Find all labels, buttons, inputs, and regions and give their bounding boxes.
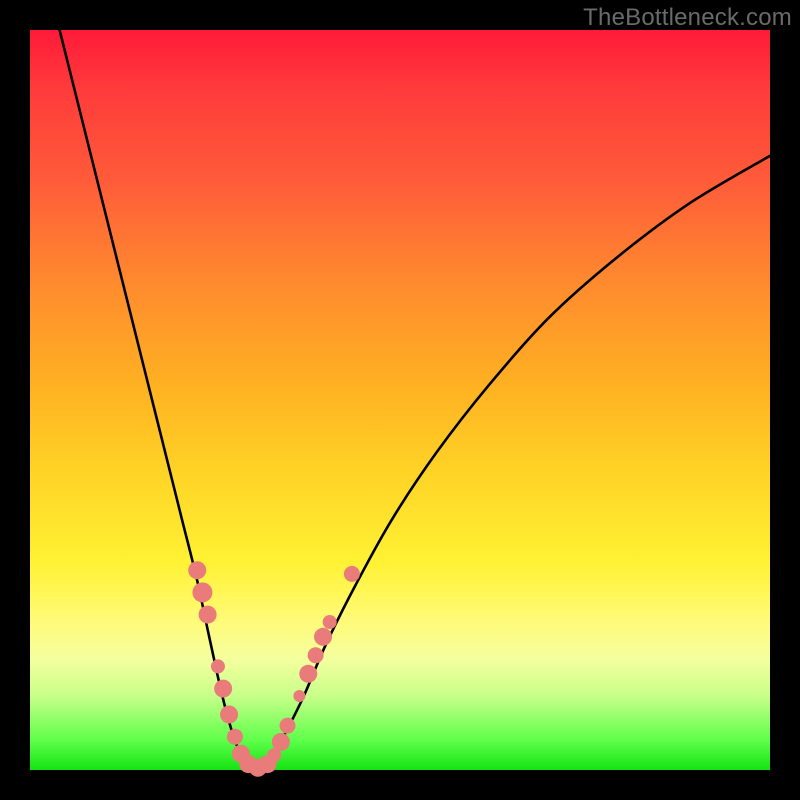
- highlight-dots: [188, 561, 360, 777]
- highlight-dot: [199, 606, 217, 624]
- chart-frame: TheBottleneck.com: [0, 0, 800, 800]
- highlight-dot: [314, 628, 332, 646]
- highlight-dot: [293, 690, 305, 702]
- highlight-dot: [227, 729, 243, 745]
- highlight-dot: [299, 665, 317, 683]
- plot-area: [30, 30, 770, 770]
- highlight-dot: [211, 659, 225, 673]
- highlight-dot: [308, 647, 324, 663]
- highlight-dot: [323, 615, 337, 629]
- highlight-dot: [192, 582, 212, 602]
- watermark-text: TheBottleneck.com: [583, 4, 792, 32]
- highlight-dot: [344, 566, 360, 582]
- highlight-dot: [272, 733, 290, 751]
- highlight-dot: [220, 706, 238, 724]
- highlight-dot: [188, 561, 206, 579]
- highlight-dot: [214, 680, 232, 698]
- curve-layer: [30, 30, 770, 770]
- bottleneck-curve: [60, 30, 770, 771]
- highlight-dot: [280, 718, 296, 734]
